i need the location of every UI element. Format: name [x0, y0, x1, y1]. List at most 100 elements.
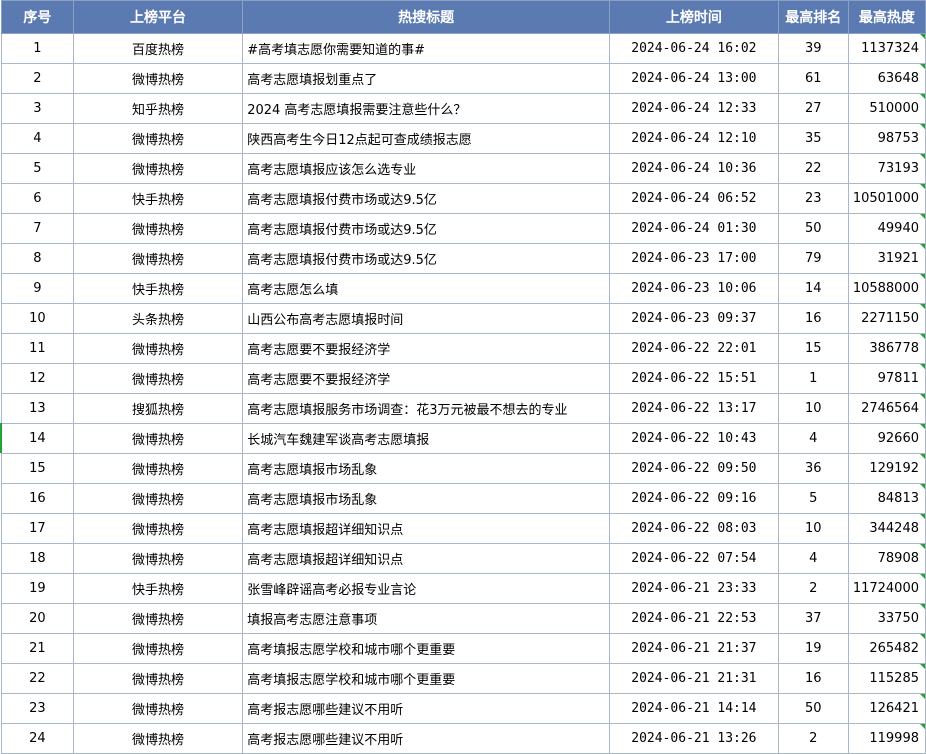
- title-cell[interactable]: 高考志愿要不要报经济学: [242, 333, 610, 364]
- table-row[interactable]: 24 微博热榜 高考报志愿哪些建议不用听 2024-06-21 13:26 2 11999…: [1, 723, 926, 754]
- heat-cell[interactable]: 11724000: [847, 573, 926, 604]
- time-cell[interactable]: 2024-06-24 01:30: [609, 213, 779, 244]
- heat-cell[interactable]: 265482: [847, 633, 926, 664]
- table-row[interactable]: 20 微博热榜 填报高考志愿注意事项 2024-06-21 22:53 37 33750: [1, 603, 926, 634]
- time-cell[interactable]: 2024-06-24 06:52: [609, 183, 779, 214]
- rank-cell[interactable]: 22: [777, 153, 849, 184]
- table-row[interactable]: 23 微博热榜 高考报志愿哪些建议不用听 2024-06-21 14:14 50 1264…: [1, 693, 926, 724]
- heat-cell[interactable]: 119998: [847, 723, 926, 754]
- row-index-cell[interactable]: 20: [1, 603, 74, 634]
- platform-cell[interactable]: 微博热榜: [72, 543, 244, 574]
- row-index-cell[interactable]: 11: [1, 333, 74, 364]
- platform-cell[interactable]: 微博热榜: [72, 423, 244, 454]
- header-platform[interactable]: 上榜平台: [72, 0, 244, 34]
- rank-cell[interactable]: 61: [777, 63, 849, 94]
- table-row[interactable]: 12 微博热榜 高考志愿要不要报经济学 2024-06-22 15:51 1 97811: [1, 363, 926, 394]
- rank-cell[interactable]: 16: [777, 663, 849, 694]
- row-index-cell[interactable]: 1: [1, 33, 74, 64]
- table-row[interactable]: 5 微博热榜 高考志愿填报应该怎么选专业 2024-06-24 10:36 22 7319…: [1, 153, 926, 184]
- row-index-cell[interactable]: 21: [1, 633, 74, 664]
- title-cell[interactable]: 高考志愿填报付费市场或达9.5亿: [242, 243, 610, 274]
- heat-cell[interactable]: 84813: [847, 483, 926, 514]
- platform-cell[interactable]: 微博热榜: [72, 243, 244, 274]
- title-cell[interactable]: 高考志愿填报划重点了: [242, 63, 610, 94]
- time-cell[interactable]: 2024-06-22 15:51: [609, 363, 779, 394]
- platform-cell[interactable]: 微博热榜: [72, 153, 244, 184]
- rank-cell[interactable]: 14: [777, 273, 849, 304]
- time-cell[interactable]: 2024-06-24 12:33: [609, 93, 779, 124]
- row-index-cell[interactable]: 13: [1, 393, 74, 424]
- heat-cell[interactable]: 98753: [847, 123, 926, 154]
- heat-cell[interactable]: 31921: [847, 243, 926, 274]
- time-cell[interactable]: 2024-06-23 09:37: [609, 303, 779, 334]
- heat-cell[interactable]: 2746564: [847, 393, 926, 424]
- platform-cell[interactable]: 微博热榜: [72, 213, 244, 244]
- platform-cell[interactable]: 快手热榜: [72, 573, 244, 604]
- platform-cell[interactable]: 百度热榜: [72, 33, 244, 64]
- time-cell[interactable]: 2024-06-22 22:01: [609, 333, 779, 364]
- platform-cell[interactable]: 知乎热榜: [72, 93, 244, 124]
- title-cell[interactable]: #高考填志愿你需要知道的事#: [242, 33, 610, 64]
- table-row[interactable]: 7 微博热榜 高考志愿填报付费市场或达9.5亿 2024-06-24 01:30 50 4…: [1, 213, 926, 244]
- row-index-cell[interactable]: 5: [1, 153, 74, 184]
- row-index-cell[interactable]: 24: [1, 723, 74, 754]
- platform-cell[interactable]: 微博热榜: [72, 633, 244, 664]
- rank-cell[interactable]: 50: [777, 693, 849, 724]
- time-cell[interactable]: 2024-06-21 21:31: [609, 663, 779, 694]
- title-cell[interactable]: 填报高考志愿注意事项: [242, 603, 610, 634]
- time-cell[interactable]: 2024-06-22 10:43: [609, 423, 779, 454]
- table-row[interactable]: 22 微博热榜 高考填报志愿学校和城市哪个更重要 2024-06-21 21:31 16…: [1, 663, 926, 694]
- rank-cell[interactable]: 19: [777, 633, 849, 664]
- table-row[interactable]: 14 微博热榜 长城汽车魏建军谈高考志愿填报 2024-06-22 10:43 4 926…: [1, 423, 926, 454]
- time-cell[interactable]: 2024-06-24 10:36: [609, 153, 779, 184]
- platform-cell[interactable]: 微博热榜: [72, 693, 244, 724]
- table-row[interactable]: 15 微博热榜 高考志愿填报市场乱象 2024-06-22 09:50 36 129192: [1, 453, 926, 484]
- heat-cell[interactable]: 386778: [847, 333, 926, 364]
- header-title[interactable]: 热搜标题: [242, 0, 610, 34]
- title-cell[interactable]: 张雪峰辟谣高考必报专业言论: [242, 573, 610, 604]
- row-index-cell[interactable]: 19: [1, 573, 74, 604]
- platform-cell[interactable]: 头条热榜: [72, 303, 244, 334]
- table-row[interactable]: 17 微博热榜 高考志愿填报超详细知识点 2024-06-22 08:03 10 3442…: [1, 513, 926, 544]
- table-row[interactable]: 2 微博热榜 高考志愿填报划重点了 2024-06-24 13:00 61 63648: [1, 63, 926, 94]
- table-row[interactable]: 4 微博热榜 陕西高考生今日12点起可查成绩报志愿 2024-06-24 12:10 3…: [1, 123, 926, 154]
- platform-cell[interactable]: 微博热榜: [72, 603, 244, 634]
- table-row[interactable]: 6 快手热榜 高考志愿填报付费市场或达9.5亿 2024-06-24 06:52 23 1…: [1, 183, 926, 214]
- rank-cell[interactable]: 4: [777, 423, 849, 454]
- heat-cell[interactable]: 2271150: [847, 303, 926, 334]
- title-cell[interactable]: 高考志愿填报应该怎么选专业: [242, 153, 610, 184]
- table-row[interactable]: 9 快手热榜 高考志愿怎么填 2024-06-23 10:06 14 10588000: [1, 273, 926, 304]
- rank-cell[interactable]: 2: [777, 723, 849, 754]
- table-row[interactable]: 18 微博热榜 高考志愿填报超详细知识点 2024-06-22 07:54 4 78908: [1, 543, 926, 574]
- row-index-cell[interactable]: 22: [1, 663, 74, 694]
- title-cell[interactable]: 高考志愿填报市场乱象: [242, 453, 610, 484]
- time-cell[interactable]: 2024-06-21 14:14: [609, 693, 779, 724]
- row-index-cell[interactable]: 14: [1, 423, 74, 454]
- title-cell[interactable]: 高考志愿填报付费市场或达9.5亿: [242, 183, 610, 214]
- heat-cell[interactable]: 78908: [847, 543, 926, 574]
- platform-cell[interactable]: 快手热榜: [72, 273, 244, 304]
- table-row[interactable]: 13 搜狐热榜 高考志愿填报服务市场调查：花3万元被最不想去的专业 2024-06-2…: [1, 393, 926, 424]
- time-cell[interactable]: 2024-06-21 13:26: [609, 723, 779, 754]
- time-cell[interactable]: 2024-06-24 16:02: [609, 33, 779, 64]
- table-row[interactable]: 1 百度热榜 #高考填志愿你需要知道的事# 2024-06-24 16:02 39 113…: [1, 33, 926, 64]
- rank-cell[interactable]: 15: [777, 333, 849, 364]
- row-index-cell[interactable]: 3: [1, 93, 74, 124]
- heat-cell[interactable]: 10588000: [847, 273, 926, 304]
- row-index-cell[interactable]: 2: [1, 63, 74, 94]
- title-cell[interactable]: 高考报志愿哪些建议不用听: [242, 693, 610, 724]
- platform-cell[interactable]: 微博热榜: [72, 663, 244, 694]
- title-cell[interactable]: 高考志愿填报市场乱象: [242, 483, 610, 514]
- header-heat[interactable]: 最高热度: [847, 0, 926, 34]
- platform-cell[interactable]: 搜狐热榜: [72, 393, 244, 424]
- time-cell[interactable]: 2024-06-21 23:33: [609, 573, 779, 604]
- platform-cell[interactable]: 微博热榜: [72, 63, 244, 94]
- heat-cell[interactable]: 344248: [847, 513, 926, 544]
- platform-cell[interactable]: 微博热榜: [72, 453, 244, 484]
- heat-cell[interactable]: 510000: [847, 93, 926, 124]
- row-index-cell[interactable]: 9: [1, 273, 74, 304]
- rank-cell[interactable]: 1: [777, 363, 849, 394]
- heat-cell[interactable]: 49940: [847, 213, 926, 244]
- rank-cell[interactable]: 5: [777, 483, 849, 514]
- row-index-cell[interactable]: 10: [1, 303, 74, 334]
